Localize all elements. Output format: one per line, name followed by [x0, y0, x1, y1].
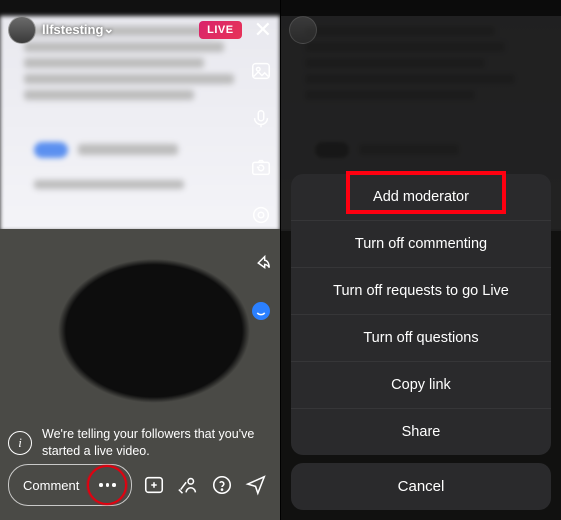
live-bottom-bar: Comment — [8, 464, 272, 506]
menu-copy-link[interactable]: Copy link — [291, 361, 551, 408]
live-header: llfstesting ⌄ LIVE ✕ — [8, 16, 272, 44]
more-options-button[interactable] — [93, 471, 121, 499]
image-icon[interactable] — [248, 58, 274, 84]
toast-text: We're telling your followers that you've… — [42, 426, 272, 460]
menu-turn-off-questions[interactable]: Turn off questions — [291, 314, 551, 361]
menu-add-moderator[interactable]: Add moderator — [291, 174, 551, 220]
background-blur-top — [0, 16, 280, 231]
invite-guest-icon[interactable] — [176, 473, 200, 497]
broadcast-started-toast: i We're telling your followers that you'… — [8, 426, 272, 460]
avatar[interactable] — [8, 16, 36, 44]
add-media-icon[interactable] — [142, 473, 166, 497]
annotation-highlight-circle — [87, 465, 127, 505]
cancel-button[interactable]: Cancel — [291, 463, 551, 510]
menu-turn-off-requests[interactable]: Turn off requests to go Live — [291, 267, 551, 314]
menu-share[interactable]: Share — [291, 408, 551, 455]
reaction-icon[interactable] — [248, 298, 274, 324]
share-arrow-icon[interactable] — [248, 250, 274, 276]
avatar — [289, 16, 317, 44]
mic-icon[interactable] — [248, 106, 274, 132]
chevron-down-icon: ⌄ — [103, 21, 114, 37]
menu-turn-off-commenting[interactable]: Turn off commenting — [291, 220, 551, 267]
effects-icon[interactable] — [248, 202, 274, 228]
live-tools-rail — [248, 58, 274, 324]
live-badge: LIVE — [199, 21, 241, 39]
live-broadcast-screen: llfstesting ⌄ LIVE ✕ i We're telling you… — [0, 0, 280, 520]
close-icon[interactable]: ✕ — [254, 19, 272, 41]
more-options-sheet-screen: Add moderator Turn off commenting Turn o… — [281, 0, 561, 520]
info-icon: i — [8, 431, 32, 455]
action-sheet-menu: Add moderator Turn off commenting Turn o… — [291, 174, 551, 455]
comment-pill: Comment — [8, 464, 132, 506]
live-header-dimmed — [289, 16, 553, 44]
username-label[interactable]: llfstesting ⌄ — [42, 22, 114, 38]
comment-input[interactable]: Comment — [23, 478, 79, 493]
action-sheet: Add moderator Turn off commenting Turn o… — [291, 174, 551, 510]
camera-flip-icon[interactable] — [248, 154, 274, 180]
question-icon[interactable] — [210, 473, 234, 497]
send-icon[interactable] — [244, 473, 268, 497]
